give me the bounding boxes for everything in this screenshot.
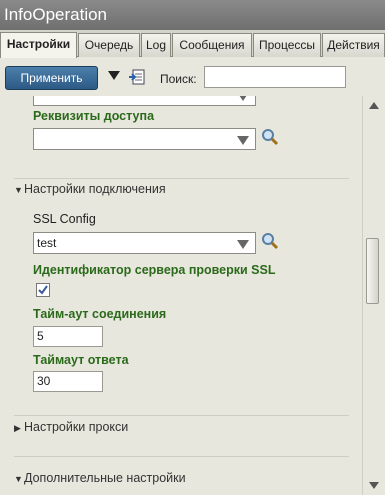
section-connection-settings[interactable]: ▼Настройки подключения <box>14 182 166 196</box>
ssl-server-id-label: Идентификатор сервера проверки SSL <box>33 263 276 277</box>
tab-processes[interactable]: Процессы <box>253 33 321 57</box>
ssl-config-label: SSL Config <box>33 212 96 226</box>
resp-timeout-input[interactable]: 30 <box>33 371 103 392</box>
window-title: InfoOperation <box>0 0 385 30</box>
ssl-server-id-checkbox[interactable] <box>36 283 50 297</box>
conn-timeout-label: Тайм-аут соединения <box>33 307 167 321</box>
chevron-down-icon <box>237 240 249 249</box>
collapse-icon: ▼ <box>14 474 23 484</box>
expand-icon: ▶ <box>14 423 21 433</box>
section-extra-settings[interactable]: ▼Дополнительные настройки <box>14 471 186 485</box>
tab-actions[interactable]: Действия <box>322 33 385 57</box>
resp-timeout-label: Таймаут ответа <box>33 353 129 367</box>
chevron-down-icon <box>237 96 249 101</box>
tab-settings[interactable]: Настройки <box>0 32 77 58</box>
search-lookup-icon[interactable] <box>260 127 280 147</box>
scroll-up-icon[interactable] <box>369 102 379 109</box>
search-label: Поиск: <box>160 72 197 86</box>
top-combo[interactable] <box>33 96 256 106</box>
dropdown-arrow-icon[interactable] <box>108 71 120 80</box>
section-proxy-settings[interactable]: ▶ Настройки прокси <box>14 420 128 434</box>
divider <box>14 178 349 179</box>
tab-bar: Настройки Очередь Log Сообщения Процессы… <box>0 30 385 58</box>
ssl-config-combo[interactable]: test <box>33 232 256 254</box>
search-lookup-icon[interactable] <box>260 231 280 251</box>
toolbar: Применить Поиск: <box>0 58 385 96</box>
settings-panel: Реквизиты доступа ▼Настройки подключения… <box>0 96 362 495</box>
divider <box>14 415 349 416</box>
export-icon[interactable] <box>128 68 146 86</box>
access-combo[interactable] <box>33 128 256 150</box>
collapse-icon: ▼ <box>14 185 23 195</box>
tab-messages[interactable]: Сообщения <box>172 33 252 57</box>
chevron-down-icon <box>237 136 249 145</box>
apply-button[interactable]: Применить <box>5 66 98 90</box>
tab-queue[interactable]: Очередь <box>78 33 140 57</box>
scroll-thumb[interactable] <box>366 238 379 304</box>
search-input[interactable] <box>204 66 346 88</box>
access-label: Реквизиты доступа <box>33 109 155 123</box>
divider <box>14 456 349 457</box>
checkmark-icon <box>38 285 48 295</box>
tab-log[interactable]: Log <box>141 33 171 57</box>
vertical-scrollbar[interactable] <box>362 96 385 495</box>
conn-timeout-input[interactable]: 5 <box>33 326 103 347</box>
scroll-down-icon[interactable] <box>369 482 379 489</box>
